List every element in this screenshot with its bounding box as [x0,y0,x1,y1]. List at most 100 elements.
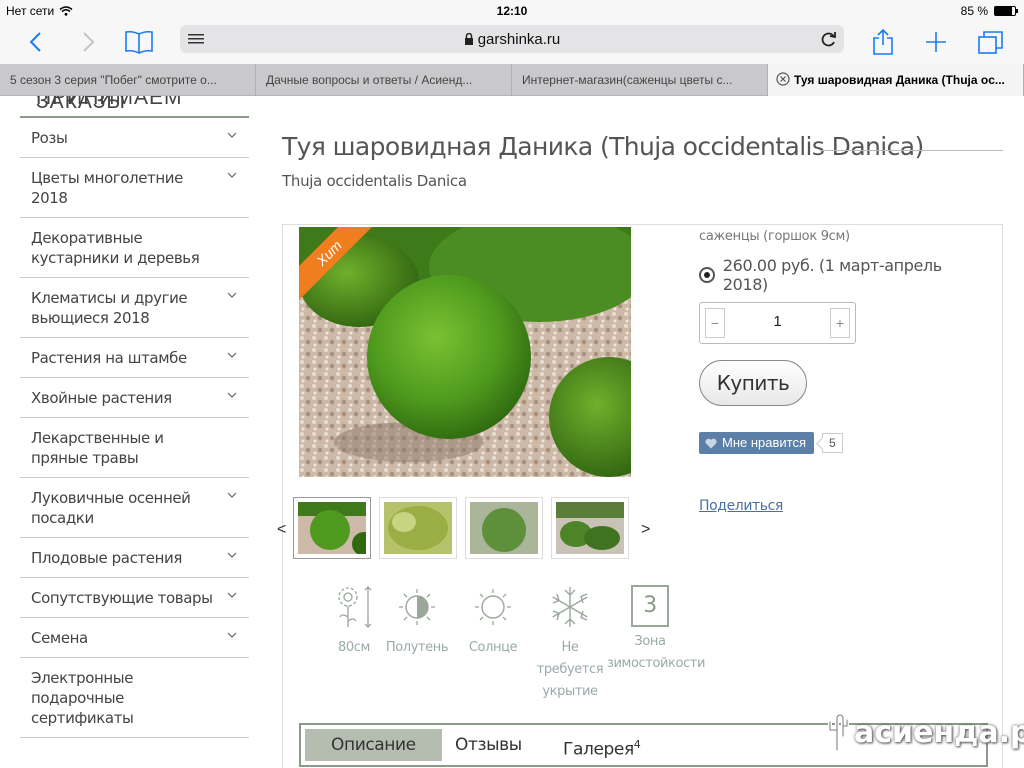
tabs-overview-button[interactable] [976,26,1006,58]
share-link[interactable]: Поделиться [699,498,989,514]
sidebar-item-label: Цветы многолетние 2018 [31,169,183,207]
qty-plus-button[interactable]: + [830,308,850,338]
sidebar-item-fruit[interactable]: Плодовые растения [20,538,249,578]
sidebar-header: Принимаем заказы [20,96,249,118]
clock: 12:10 [496,4,528,18]
back-button[interactable] [22,26,48,58]
buy-panel: саженцы (горшок 9см) 260.00 руб. (1 март… [699,229,989,514]
sidebar-item-label: Электронные подарочные сертификаты [31,669,134,727]
browser-tab-3[interactable]: Интернет-магазин(саженцы цветы с... [512,64,768,96]
browser-tab-2[interactable]: Дачные вопросы и ответы / Асиенд... [256,64,512,96]
qty-minus-button[interactable]: − [705,308,725,338]
book-icon [125,30,153,54]
reload-icon[interactable] [820,29,838,49]
chevron-left-icon [29,32,41,52]
tab-gallery-label: Галерея [563,739,634,760]
thumbnail-1[interactable] [293,497,376,559]
gallery-count: 4 [633,738,641,751]
sidebar-item-label: Клематисы и другие вьющиеся 2018 [31,289,188,327]
product-card: Хит < > 80см Полутень Солнце Не требуетс… [277,224,1003,768]
chevron-down-icon [227,392,237,398]
page-title: Туя шаровидная Даника (Thuja occidentali… [282,132,924,161]
thumbnail-2[interactable] [379,497,457,559]
thumbnail-image [384,502,452,554]
sidebar-item-label: Сопутствующие товары [31,589,213,607]
property-hardiness-zone: 3 Зона зимостойкости [607,585,706,675]
chevron-down-icon [227,132,237,138]
flower-height-icon [338,586,372,628]
sidebar-item-label: Семена [31,629,88,647]
like-label: Мне нравится [722,435,807,450]
site-watermark: асиенда.ру [824,712,1024,752]
sidebar-item-shrubs[interactable]: Декоративные кустарники и деревья [20,218,249,278]
sidebar-item-label: Розы [31,129,68,147]
share-button[interactable] [870,26,896,58]
sidebar-item-label: Луковичные осенней посадки [31,489,191,527]
close-tab-icon[interactable] [776,72,790,86]
browser-tab-1[interactable]: 5 сезон 3 серия "Побег" смотрите о... [0,64,256,96]
property-label: Полутень [385,640,449,655]
chevron-down-icon [227,492,237,498]
price-radio[interactable] [699,267,715,283]
tab-gallery[interactable]: Галерея4 [537,729,666,761]
sidebar-item-bulbs[interactable]: Луковичные осенней посадки [20,478,249,538]
browser-tab-4-active[interactable]: Туя шаровидная Даника (Thuja oc... [768,64,1024,96]
thumbnail-image [470,502,538,554]
thumbnail-3[interactable] [465,497,543,559]
cactus-logo-icon [828,713,849,752]
lock-icon [464,32,473,45]
thumbnail-gallery: < > [277,495,661,565]
property-label: Солнце [468,640,518,655]
tabs-icon [978,31,1003,54]
hardiness-zone-value: 3 [631,585,669,627]
thumbnail-4[interactable] [551,497,629,559]
product-latin-name: Thuja occidentalis Danica [282,172,467,190]
property-sun: Солнце [453,585,533,659]
thumbs-next-arrow[interactable]: > [641,521,650,539]
sidebar-item-label: Лекарственные и пряные травы [31,429,164,467]
pack-type: саженцы (горшок 9см) [699,229,850,244]
url-field[interactable]: garshinka.ru [180,31,844,48]
half-shade-icon [399,589,435,625]
tab-description[interactable]: Описание [305,729,442,761]
sidebar-item-label: Хвойные растения [31,389,172,407]
sidebar-item-supplies[interactable]: Сопутствующие товары [20,578,249,618]
price-option[interactable]: 260.00 руб. (1 март-апрель 2018) [699,256,989,294]
property-label: 80см [338,640,370,655]
property-label: Зона зимостойкости [607,634,706,671]
category-sidebar: Принимаем заказы Розы Цветы многолетние … [20,96,249,768]
sidebar-item-roses[interactable]: Розы [20,118,249,158]
sidebar-item-herbs[interactable]: Лекарственные и пряные травы [20,418,249,478]
sidebar-item-clematis[interactable]: Клематисы и другие вьющиеся 2018 [20,278,249,338]
address-bar[interactable]: garshinka.ru [180,25,844,53]
property-label: Не требуется укрытие [536,640,604,699]
battery-icon [994,6,1018,16]
sidebar-item-conifers[interactable]: Хвойные растения [20,378,249,418]
forward-button[interactable] [76,26,102,58]
thumbnail-image [556,502,624,554]
sidebar-item-label: Плодовые растения [31,549,182,567]
sidebar-item-standard-plants[interactable]: Растения на штамбе [20,338,249,378]
buy-button[interactable]: Купить [699,360,807,406]
heart-icon [705,438,717,448]
bookmarks-button[interactable] [122,26,156,58]
chevron-down-icon [227,352,237,358]
sidebar-item-gift-cards[interactable]: Электронные подарочные сертификаты [20,658,249,738]
like-button[interactable]: Мне нравится [699,432,815,454]
web-page: Принимаем заказы Розы Цветы многолетние … [0,96,1024,768]
thumbs-prev-arrow[interactable]: < [277,521,286,539]
status-bar: Нет сети 12:10 85 % [0,0,1024,20]
plant-properties: 80см Полутень Солнце Не требуется укрыти… [303,585,706,699]
tab-bar: 5 сезон 3 серия "Побег" смотрите о... Да… [0,64,1024,96]
quantity-input[interactable]: 1 [730,313,825,330]
new-tab-button[interactable] [922,26,950,58]
chevron-down-icon [227,292,237,298]
watermark-text: асиенда.ру [854,714,1024,750]
browser-tab-4-label: Туя шаровидная Даника (Thuja oc... [794,73,1005,87]
battery-percent: 85 % [960,4,988,18]
sun-icon [475,589,511,625]
tab-reviews[interactable]: Отзывы [429,729,548,761]
sidebar-item-seeds[interactable]: Семена [20,618,249,658]
sidebar-item-perennials[interactable]: Цветы многолетние 2018 [20,158,249,218]
product-main-image[interactable]: Хит [299,227,631,477]
